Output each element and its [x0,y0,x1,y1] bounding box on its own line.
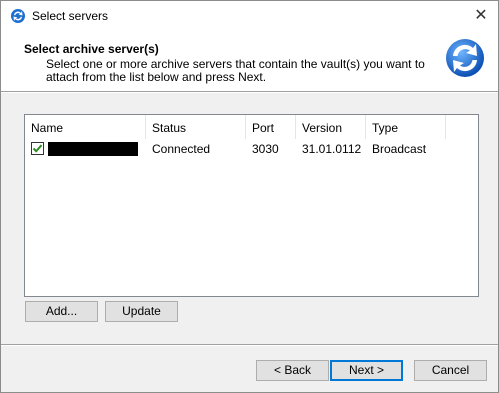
column-header-name[interactable]: Name [25,115,146,139]
close-button[interactable]: ✕ [464,1,498,31]
footer-divider-highlight [1,345,498,346]
wizard-header: Select archive server(s) Select one or m… [1,31,498,91]
cancel-button[interactable]: Cancel [414,360,487,381]
refresh-arrows-icon [444,37,486,79]
server-name-redacted [48,142,138,156]
cell-status: Connected [152,142,211,156]
header-divider-highlight [1,92,498,93]
update-button[interactable]: Update [105,301,178,322]
column-header-type[interactable]: Type [366,115,446,139]
cell-port: 3030 [252,142,279,156]
page-title: Select archive server(s) [24,42,159,56]
column-header-port[interactable]: Port [246,115,296,139]
cell-version: 31.01.0112 [302,142,362,156]
column-header-status[interactable]: Status [146,115,246,139]
cell-type: Broadcast [372,142,427,156]
server-checkbox[interactable] [31,142,44,155]
table-row[interactable]: Connected 3030 31.01.0112 Broadcast [25,140,478,158]
next-button[interactable]: Next > [330,360,403,381]
list-header: Name Status Port Version Type [25,115,478,139]
select-servers-dialog: Select servers ✕ Select archive server(s… [0,0,499,393]
check-icon [32,144,43,153]
back-button[interactable]: < Back [256,360,329,381]
add-button[interactable]: Add... [25,301,98,322]
window-title: Select servers [32,9,109,23]
server-list[interactable]: Name Status Port Version Type Connected … [24,114,479,297]
refresh-arrows-icon [10,8,26,24]
column-header-version[interactable]: Version [296,115,366,139]
page-description: Select one or more archive servers that … [46,57,425,84]
title-bar: Select servers ✕ [1,1,498,31]
